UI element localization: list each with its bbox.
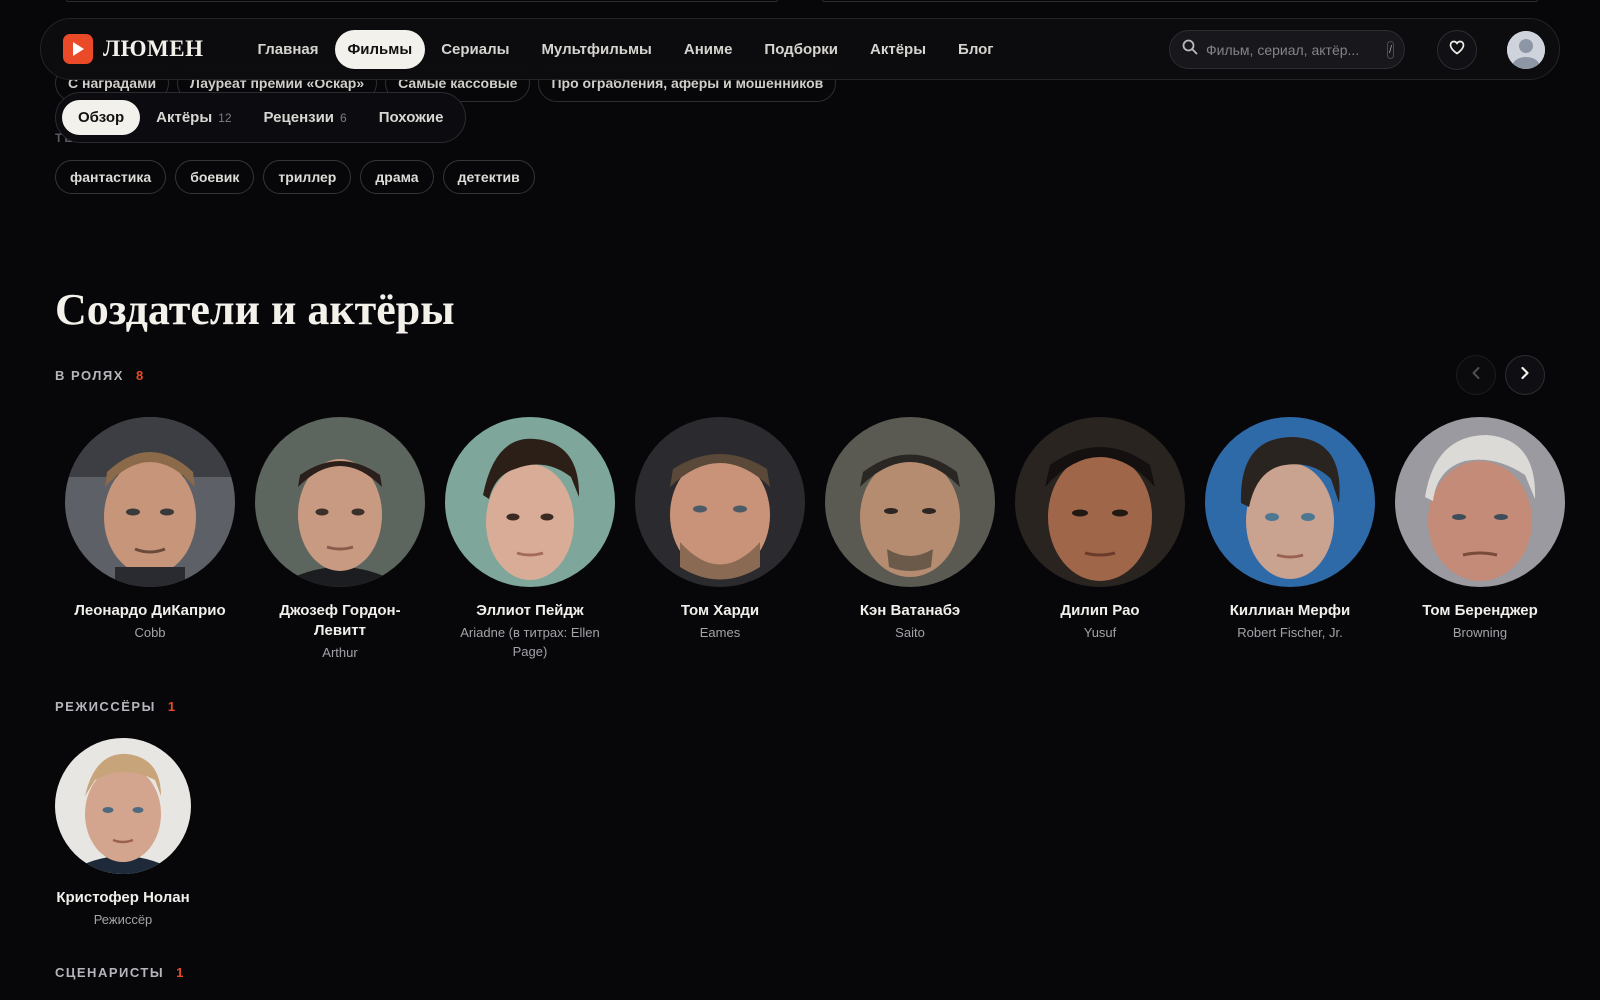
person-name: Том Харди [680,602,760,619]
cast-label-text: В РОЛЯХ [55,368,124,383]
genre-tag[interactable]: детектив [442,160,535,194]
directors-list: Кристофер Нолан Режиссёр [55,738,191,929]
carousel-next-button[interactable] [1505,355,1545,395]
cast-carousel: Леонардо ДиКаприо Cobb Джозеф Гордон-Лев… [55,417,1575,662]
directors-count: 1 [167,699,177,714]
logo-text: ЛЮМЕН [103,36,204,61]
person-role: Arthur [322,645,358,660]
person-name: Киллиан Мерфи [1229,602,1351,619]
directors-label-text: РЕЖИССЁРЫ [55,699,156,714]
person-card[interactable]: Джозеф Гордон-Левитт Arthur [245,417,435,662]
section-title: Создатели и актёры [55,285,455,334]
user-avatar-icon [1507,31,1545,69]
writers-label: СЦЕНАРИСТЫ 1 [55,965,185,980]
cast-count: 8 [135,368,145,383]
nav-item-blog[interactable]: Блог [942,31,1010,68]
tab-label: Похожие [378,109,444,126]
person-card[interactable]: Киллиан Мерфи Robert Fischer, Jr. [1195,417,1385,662]
person-card[interactable]: Дилип Рао Yusuf [1005,417,1195,662]
genre-tags: фантастика боевик триллер драма детектив [55,160,535,194]
nav-item-cartoons[interactable]: Мультфильмы [525,31,667,68]
person-role: Yusuf [1083,625,1117,640]
person-card[interactable]: Леонардо ДиКаприо Cobb [55,417,245,662]
genre-tag[interactable]: триллер [263,160,352,194]
person-photo [55,738,191,874]
person-name: Кристофер Нолан [56,889,190,906]
writers-count: 1 [176,965,185,980]
genre-tag[interactable]: драма [360,160,434,194]
tab-label: Рецензии [263,109,335,126]
nav-item-collections[interactable]: Подборки [748,31,854,68]
heart-icon [1449,40,1465,60]
favorites-button[interactable] [1437,30,1477,70]
person-name: Эллиот Пейдж [476,602,584,619]
tab-reviews[interactable]: Рецензии 6 [248,100,363,135]
tab-overview[interactable]: Обзор [62,100,141,135]
person-photo [255,417,425,587]
person-role: Ariadne (в титрах: Ellen Page) [460,625,600,659]
scrolled-content-edge [66,0,778,2]
tab-count: 6 [340,111,347,125]
chevron-left-icon [1471,366,1481,385]
person-card[interactable]: Кэн Ватанабэ Saito [815,417,1005,662]
nav-item-home[interactable]: Главная [241,31,334,68]
writers-label-text: СЦЕНАРИСТЫ [55,965,165,980]
person-photo [635,417,805,587]
user-avatar-button[interactable] [1507,31,1545,69]
nav-item-movies[interactable]: Фильмы [334,29,426,69]
person-card[interactable]: Эллиот Пейдж Ariadne (в титрах: Ellen Pa… [435,417,625,662]
person-role: Browning [1452,625,1508,640]
person-name: Дилип Рао [1060,602,1140,619]
person-role: Saito [895,625,925,640]
person-name: Том Беренджер [1422,602,1538,619]
site-header: ЛЮМЕН Главная Фильмы Сериалы Мультфильмы… [40,18,1560,80]
person-photo [65,417,235,587]
person-role: Cobb [134,625,166,640]
person-card[interactable]: Том Харди Eames [625,417,815,662]
search-icon [1182,39,1198,60]
tab-count: 12 [218,111,232,125]
genre-tag[interactable]: фантастика [55,160,167,194]
directors-label: РЕЖИССЁРЫ 1 [55,699,177,714]
search-box[interactable]: / [1169,30,1405,69]
main-nav: Главная Фильмы Сериалы Мультфильмы Аниме… [241,29,1010,69]
person-name: Кэн Ватанабэ [859,602,961,619]
person-photo [445,417,615,587]
person-photo [1015,417,1185,587]
movie-tabs: Обзор Актёры 12 Рецензии 6 Похожие [55,92,467,143]
person-photo [825,417,995,587]
nav-item-series[interactable]: Сериалы [425,31,525,68]
nav-item-anime[interactable]: Аниме [668,31,749,68]
tab-label: Актёры [156,109,213,126]
cast-label: В РОЛЯХ 8 [55,368,145,383]
person-photo [1205,417,1375,587]
person-role: Режиссёр [93,912,153,927]
play-icon [63,34,93,64]
nav-item-actors[interactable]: Актёры [854,31,942,68]
tab-actors[interactable]: Актёры 12 [140,100,247,135]
tab-label: Обзор [78,109,125,126]
person-name: Джозеф Гордон-Левитт [279,602,401,639]
person-role: Robert Fischer, Jr. [1237,625,1343,640]
search-shortcut-hint: / [1387,40,1394,59]
search-input[interactable] [1206,41,1387,58]
person-role: Eames [699,625,741,640]
person-name: Леонардо ДиКаприо [74,602,226,619]
carousel-prev-button[interactable] [1456,355,1496,395]
genre-tag[interactable]: боевик [175,160,255,194]
scrolled-content-edge [822,0,1538,2]
person-card[interactable]: Кристофер Нолан Режиссёр [55,738,191,929]
person-card[interactable]: Том Беренджер Browning [1385,417,1575,662]
person-photo [1395,417,1565,587]
chevron-right-icon [1520,366,1530,385]
tab-similar[interactable]: Похожие [363,100,460,135]
logo[interactable]: ЛЮМЕН [63,34,203,64]
